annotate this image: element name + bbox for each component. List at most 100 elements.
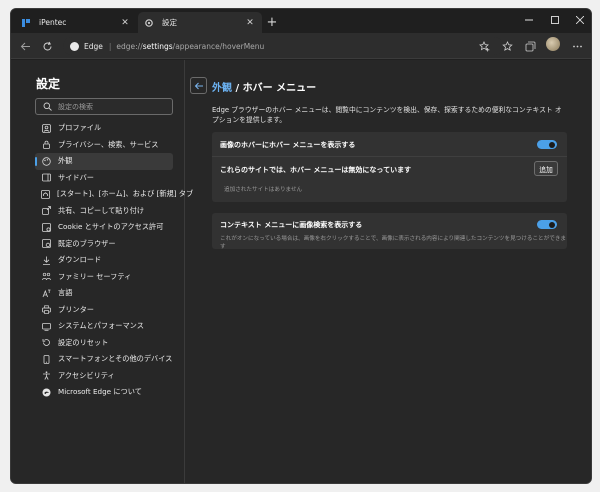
tab-strip: iPentec ✕ 設定 ✕ + <box>11 9 591 33</box>
sidebar-item-language[interactable]: 言語 <box>35 285 173 302</box>
sidebar-item-edge-logo[interactable]: Microsoft Edge について <box>35 384 173 401</box>
edge-label: Edge <box>84 41 103 51</box>
sidebar-item-label: Cookie とサイトのアクセス許可 <box>58 222 164 232</box>
add-site-button[interactable]: 追加 <box>534 161 558 176</box>
phone-icon <box>41 354 51 364</box>
sidebar-item-label: システムとパフォーマンス <box>58 321 144 331</box>
settings-search-box[interactable] <box>35 98 173 115</box>
sidebar-item-label: 共有、コピーして貼り付け <box>58 205 145 215</box>
tab-settings[interactable]: 設定 ✕ <box>138 12 262 33</box>
accessibility-icon <box>41 371 51 381</box>
system-icon <box>41 321 51 331</box>
settings-content: 設定 プロファイルプライバシー、検索、サービス外観サイドバー[スタート]、[ホー… <box>11 60 591 483</box>
favorites-icon[interactable] <box>499 38 515 54</box>
context-menu-description: これがオンになっている場合は、画像を右クリックすることで、画像に表示される内容に… <box>220 236 567 250</box>
sidebar-item-browser[interactable]: 既定のブラウザー <box>35 236 173 253</box>
sidebar-item-label: [スタート]、[ホーム]、および [新規] タブ <box>57 189 194 199</box>
cookie-icon <box>41 222 51 232</box>
sidebar-item-label: 設定のリセット <box>58 337 109 347</box>
back-arrow-icon[interactable] <box>17 38 33 54</box>
sidebar-item-label: サイドバー <box>58 172 94 182</box>
sidebar-item-label: ダウンロード <box>58 255 102 265</box>
edge-logo-icon <box>41 387 51 397</box>
breadcrumb: 外観 / ホバー メニュー <box>212 79 316 94</box>
tab-ipentec[interactable]: iPentec ✕ <box>15 12 137 33</box>
reset-icon <box>41 338 51 348</box>
sidebar-item-label: 言語 <box>58 288 73 298</box>
back-button[interactable] <box>190 77 207 94</box>
edge-badge: Edge <box>70 41 103 51</box>
printer-icon <box>41 305 51 315</box>
sidebar-item-label: 外観 <box>58 156 73 166</box>
close-tab-icon[interactable]: ✕ <box>244 17 256 29</box>
sidebar-item-reset[interactable]: 設定のリセット <box>35 335 173 352</box>
sidebar-item-home-tab[interactable]: [スタート]、[ホーム]、および [新規] タブ <box>35 186 193 203</box>
search-input[interactable] <box>58 102 168 111</box>
context-menu-setting-label: コンテキスト メニューに画像検索を表示する <box>220 221 363 229</box>
toolbar: Edge | edge://settings/appearance/hoverM… <box>11 33 591 59</box>
card-divider <box>212 156 567 157</box>
sidebar-title: 設定 <box>36 77 61 91</box>
close-tab-icon[interactable]: ✕ <box>119 17 131 29</box>
appearance-icon <box>41 156 51 166</box>
main-panel: 外観 / ホバー メニュー Edge ブラウザーのホバー メニューは、閲覧中にコ… <box>186 60 591 483</box>
sidebar-item-lock[interactable]: プライバシー、検索、サービス <box>35 137 173 154</box>
sidebar-item-accessibility[interactable]: アクセシビリティ <box>35 368 173 385</box>
sidebar-item-label: Microsoft Edge について <box>58 387 142 397</box>
sidebar-item-sidebar[interactable]: サイドバー <box>35 170 173 187</box>
sidebar-item-printer[interactable]: プリンター <box>35 302 173 319</box>
tab-title: iPentec <box>39 18 67 27</box>
close-window-icon[interactable] <box>567 9 591 31</box>
language-icon <box>41 288 51 298</box>
sidebar-icon <box>41 173 51 183</box>
browser-icon <box>41 239 51 249</box>
breadcrumb-link-appearance[interactable]: 外観 <box>212 83 232 94</box>
address-bar[interactable]: Edge | edge://settings/appearance/hoverM… <box>63 37 503 55</box>
tab-title: 設定 <box>162 18 177 27</box>
no-sites-text: 追加されたサイトはありません <box>224 187 303 193</box>
context-menu-toggle[interactable] <box>537 220 557 229</box>
gear-icon <box>144 18 154 28</box>
sidebar-item-share[interactable]: 共有、コピーして貼り付け <box>35 203 173 220</box>
edge-logo-icon <box>70 41 79 51</box>
profile-avatar[interactable] <box>546 37 560 51</box>
sidebar-item-system[interactable]: システムとパフォーマンス <box>35 318 173 335</box>
sidebar-item-download[interactable]: ダウンロード <box>35 252 173 269</box>
page-description: Edge ブラウザーのホバー メニューは、閲覧中にコンテンツを検出、保存、探索す… <box>212 106 562 124</box>
add-favorite-icon[interactable] <box>476 38 492 54</box>
sidebar-item-family[interactable]: ファミリー セーフティ <box>35 269 173 286</box>
maximize-icon[interactable] <box>542 9 568 31</box>
more-menu-icon[interactable] <box>569 38 585 54</box>
settings-sidebar: 設定 プロファイルプライバシー、検索、サービス外観サイドバー [スタート]、[ホー… <box>11 60 193 483</box>
sidebar-item-label: 既定のブラウザー <box>58 238 116 248</box>
collections-icon[interactable] <box>522 38 538 54</box>
sidebar-item-label: プライバシー、検索、サービス <box>58 139 159 149</box>
sidebar-item-label: スマートフォンとその他のデバイス <box>58 354 173 364</box>
back-arrow-icon <box>194 82 203 89</box>
refresh-icon[interactable] <box>39 38 55 54</box>
sidebar-item-label: ファミリー セーフティ <box>58 271 132 281</box>
disabled-sites-label: これらのサイトでは、ホバー メニューは無効になっています <box>220 166 412 174</box>
home-tab-icon <box>41 189 50 199</box>
family-icon <box>41 272 51 282</box>
hover-menu-setting-label: 画像のホバーにホバー メニューを表示する <box>220 141 356 149</box>
profile-icon <box>41 123 51 133</box>
hover-menu-toggle[interactable] <box>537 140 557 149</box>
sidebar-item-label: プリンター <box>58 304 94 314</box>
lock-icon <box>41 140 51 150</box>
breadcrumb-separator: / <box>232 83 243 94</box>
share-icon <box>41 206 51 216</box>
settings-nav-list: プロファイルプライバシー、検索、サービス 外観サイドバー [スタート]、[ホーム]、… <box>35 120 193 401</box>
minimize-icon[interactable] <box>516 9 542 31</box>
new-tab-button[interactable]: + <box>264 14 280 30</box>
hover-menu-card: 画像のホバーにホバー メニューを表示する これらのサイトでは、ホバー メニューは… <box>212 132 567 202</box>
sidebar-item-label: プロファイル <box>58 123 102 133</box>
sidebar-item-cookie[interactable]: Cookie とサイトのアクセス許可 <box>35 219 173 236</box>
page-title: ホバー メニュー <box>242 83 317 94</box>
sidebar-item-profile[interactable]: プロファイル <box>35 120 173 137</box>
sidebar-item-phone[interactable]: スマートフォンとその他のデバイス <box>35 351 173 368</box>
search-icon <box>42 102 52 112</box>
sidebar-item-appearance[interactable]: 外観 <box>35 153 173 170</box>
context-menu-card: コンテキスト メニューに画像検索を表示する これがオンになっている場合は、画像を… <box>212 213 567 250</box>
browser-window: iPentec ✕ 設定 ✕ + Edge | edge://settings/… <box>10 8 592 484</box>
